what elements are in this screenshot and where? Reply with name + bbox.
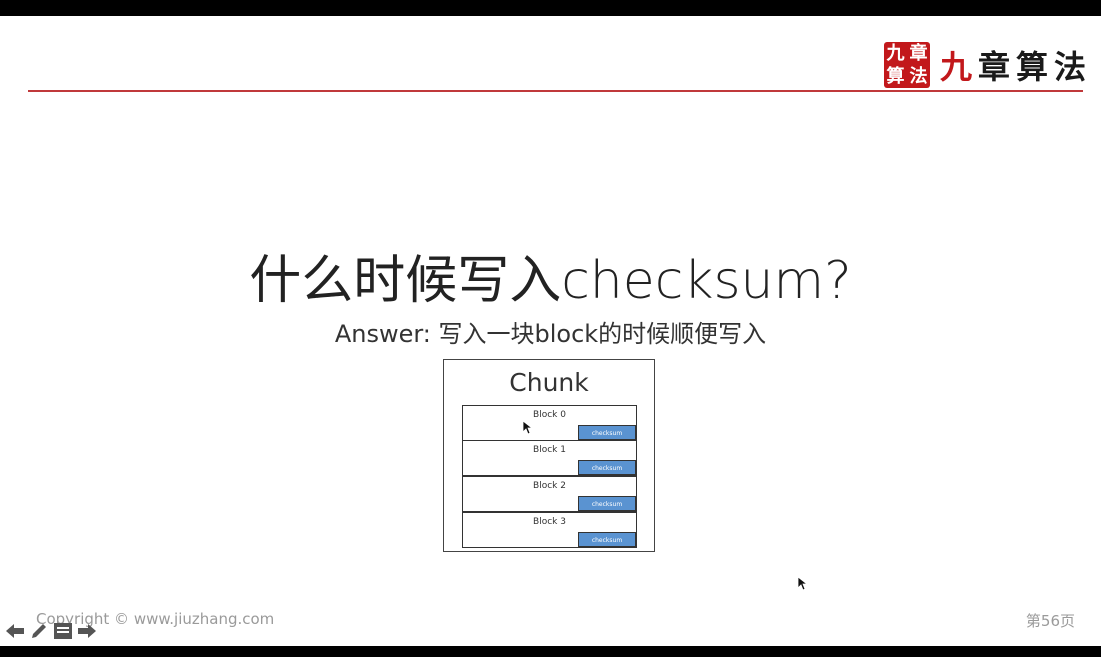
mouse-cursor-icon: [523, 421, 533, 435]
jiuzhang-logo: 九 章 算 法 九章算法: [884, 42, 1092, 88]
checksum-tag: checksum: [578, 532, 636, 547]
arrow-right-icon[interactable]: [78, 621, 96, 641]
seal-char: 章: [909, 43, 928, 64]
bottom-black-bar: [0, 646, 1101, 657]
brand-name: 九章算法: [940, 42, 1092, 88]
arrow-left-icon[interactable]: [6, 621, 24, 641]
notes-icon[interactable]: [54, 621, 72, 641]
slide-subtitle: Answer: 写入一块block的时候顺便写入: [334, 320, 767, 348]
logo-seal: 九 章 算 法: [884, 42, 930, 88]
block-2: Block 2 checksum: [462, 476, 637, 512]
block-label: Block 2: [533, 481, 566, 491]
mouse-cursor-icon: [798, 577, 808, 591]
seal-char: 算: [886, 66, 905, 87]
slide-nav-toolbar: [6, 621, 96, 641]
seal-char: 法: [909, 66, 928, 87]
slide-title: 什么时候写入checksum?: [249, 251, 852, 311]
block-label: Block 1: [533, 445, 566, 455]
slide: 九 章 算 法 九章算法 什么时候写入checksum? Answer: 写入一…: [0, 16, 1101, 646]
brand-name-rest: 章算法: [978, 48, 1093, 86]
seal-char: 九: [886, 43, 905, 64]
block-label: Block 0: [533, 410, 566, 420]
pencil-icon[interactable]: [30, 621, 48, 641]
block-label: Block 3: [533, 517, 566, 527]
top-black-bar: [0, 0, 1101, 16]
chunk-diagram: Chunk Block 0 checksum Block 1 checksum …: [443, 359, 655, 552]
checksum-tag: checksum: [578, 460, 636, 475]
checksum-tag: checksum: [578, 425, 636, 440]
checksum-tag: checksum: [578, 496, 636, 511]
block-1: Block 1 checksum: [462, 440, 637, 476]
block-0: Block 0 checksum: [462, 405, 637, 441]
block-3: Block 3 checksum: [462, 512, 637, 548]
brand-name-first: 九: [940, 48, 979, 86]
chunk-title: Chunk: [509, 368, 589, 397]
header-divider: [28, 90, 1083, 92]
page-number: 第56页: [1025, 612, 1075, 630]
